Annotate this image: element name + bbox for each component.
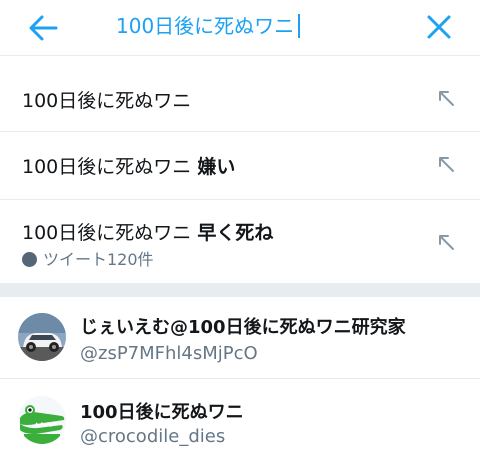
car-avatar-icon [18, 313, 66, 361]
search-suggestion[interactable]: 100日後に死ぬワニ [0, 64, 480, 132]
search-suggestion[interactable]: 100日後に死ぬワニ 嫌い [0, 132, 480, 200]
section-divider [0, 283, 480, 297]
user-display-name: 100日後に死ぬワニ [80, 402, 244, 423]
text-caret [298, 14, 301, 38]
crocodile-avatar-icon [18, 396, 66, 444]
arrow-up-left-icon [439, 157, 454, 172]
close-icon [427, 15, 451, 39]
suggestion-text: 100日後に死ぬワニ [22, 90, 192, 112]
dot-icon [22, 252, 37, 267]
clear-search-button[interactable] [420, 8, 460, 48]
suggestion-text: 100日後に死ぬワニ 早く死ね [22, 222, 274, 244]
user-result[interactable]: じぇいえむ@100日後に死ぬワニ研究家 @zsP7MFhl4sMjPcO [0, 297, 480, 379]
user-handle: @crocodile_dies [80, 426, 226, 447]
fill-query-button[interactable] [436, 154, 456, 174]
user-handle: @zsP7MFhl4sMjPcO [80, 343, 258, 364]
user-display-name: じぇいえむ@100日後に死ぬワニ研究家 [80, 317, 406, 338]
tweet-count: ツイート120件 [22, 246, 154, 270]
search-suggestion[interactable]: 100日後に死ぬワニ 早く死ね ツイート120件 [0, 200, 480, 283]
search-input[interactable]: 100日後に死ぬワニ [116, 12, 301, 40]
avatar[interactable] [18, 396, 66, 444]
arrow-up-left-icon [439, 91, 454, 106]
fill-query-button[interactable] [436, 232, 456, 252]
arrow-left-icon [29, 15, 58, 41]
fill-query-button[interactable] [436, 88, 456, 108]
avatar[interactable] [18, 313, 66, 361]
suggestion-text: 100日後に死ぬワニ 嫌い [22, 156, 236, 178]
user-result[interactable]: 100日後に死ぬワニ @crocodile_dies [0, 380, 480, 451]
back-button[interactable] [24, 10, 64, 46]
arrow-up-left-icon [439, 235, 454, 250]
search-header: 100日後に死ぬワニ [0, 0, 480, 56]
search-query: 100日後に死ぬワニ [116, 14, 295, 38]
